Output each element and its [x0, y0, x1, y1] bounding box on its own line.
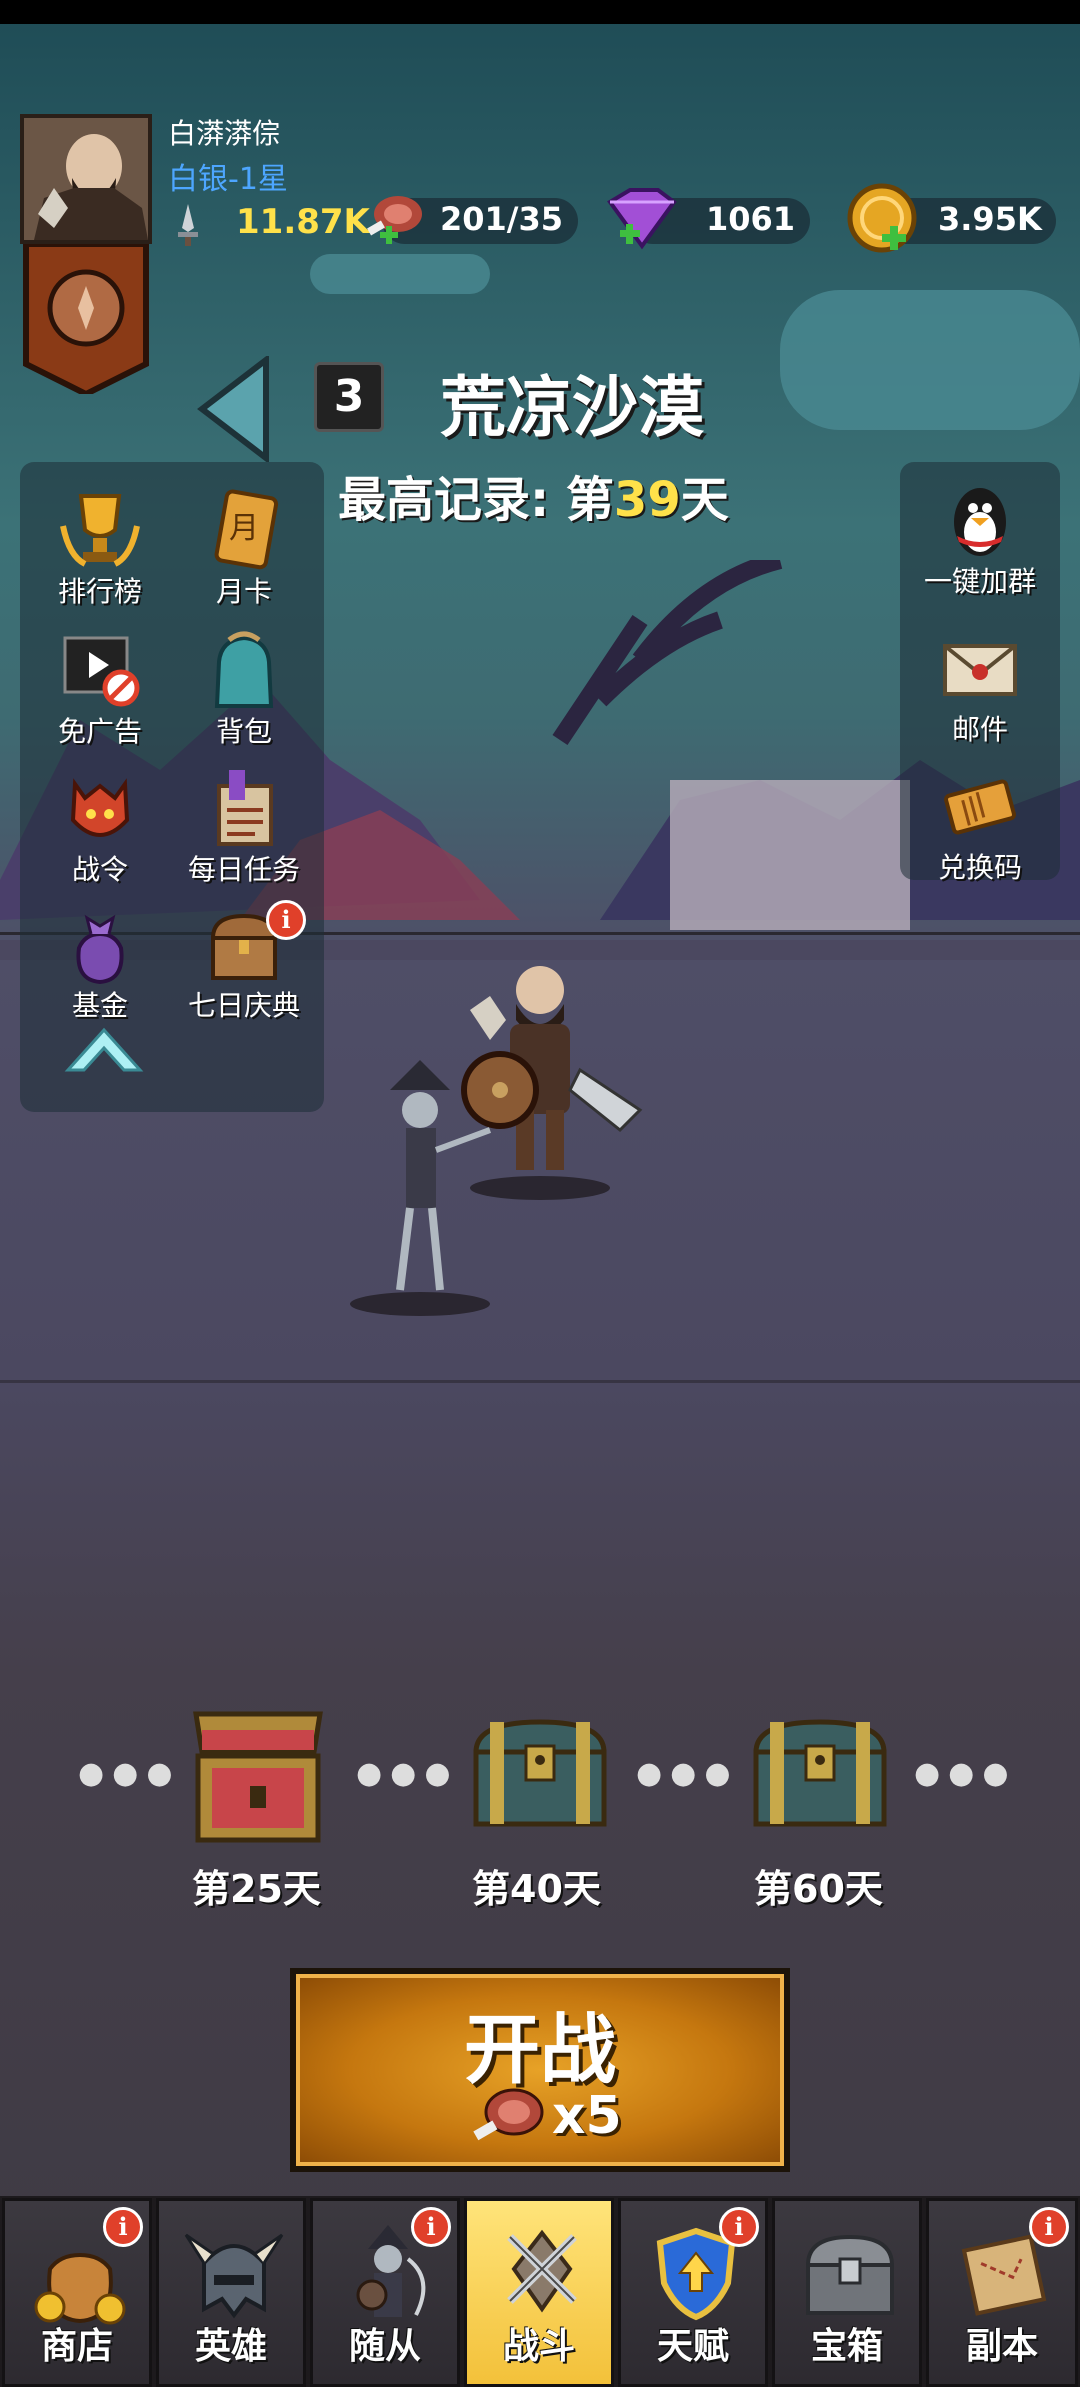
treasure-chest-icon — [805, 2234, 895, 2315]
hero-helmet-icon — [184, 2233, 284, 2319]
locked-chest-icon[interactable] — [750, 1718, 890, 1828]
notification-badge: i — [103, 2207, 143, 2247]
daily-task-label: 每日任务 — [187, 853, 300, 886]
notification-badge: i — [1029, 2207, 1069, 2247]
no-ads-button[interactable]: 免广告 — [30, 626, 170, 750]
tab-battle[interactable]: 战斗 — [464, 2198, 614, 2387]
month-card-icon: 月 — [214, 489, 279, 570]
daily-task-button[interactable]: 每日任务 — [174, 764, 314, 888]
meat-plus-icon[interactable] — [364, 188, 430, 250]
join-group-label: 一键加群 — [923, 565, 1036, 598]
no-ads-icon — [63, 636, 140, 707]
battle-cost: x5 — [472, 2080, 632, 2150]
coin-plus-icon[interactable] — [846, 182, 922, 258]
gems-value: 1061 — [706, 200, 796, 238]
seven-day-button[interactable]: 七日庆典 i — [174, 900, 314, 1024]
tab-dungeon-label: 副本 — [965, 2326, 1038, 2367]
tab-battle-label: 战斗 — [502, 2326, 575, 2367]
tab-follower-label: 随从 — [348, 2326, 421, 2367]
ticket-icon — [944, 779, 1016, 835]
mail-label: 邮件 — [951, 713, 1008, 746]
tab-chest-label: 宝箱 — [810, 2326, 883, 2367]
cloud — [310, 254, 490, 294]
backpack-label: 背包 — [215, 715, 272, 748]
meat-icon — [473, 2088, 544, 2141]
sword-icon — [178, 204, 198, 246]
start-battle-button[interactable]: 开战 x5 — [290, 1968, 790, 2172]
locked-chest-icon[interactable] — [470, 1718, 610, 1828]
stamina-value: 201/35 — [440, 200, 564, 238]
battle-pass-label: 战令 — [71, 853, 128, 886]
leaderboard-button[interactable]: 排行榜 — [30, 486, 170, 610]
swords-icon — [507, 2229, 577, 2313]
tab-shop[interactable]: 商店 i — [2, 2198, 152, 2387]
notification-badge: i — [266, 900, 306, 940]
svg-text:月: 月 — [229, 511, 259, 546]
tab-dungeon[interactable]: 副本 i — [926, 2198, 1078, 2387]
tab-hero[interactable]: 英雄 — [156, 2198, 306, 2387]
battle-characters — [350, 966, 643, 1316]
backpack-icon — [214, 631, 274, 708]
milestone-label: 第40天 — [472, 1867, 601, 1911]
best-record-day: 39 — [613, 472, 681, 528]
battle-cost-value: x5 — [552, 2086, 622, 2146]
trophy-icon — [60, 494, 140, 567]
opened-chest-icon[interactable] — [190, 1706, 326, 1846]
best-record-suffix: 天 — [680, 472, 729, 528]
fund-icon — [76, 914, 124, 985]
ground-line — [0, 1380, 1080, 1383]
best-record-prefix: 最高记录: 第 — [338, 472, 614, 528]
daily-task-icon — [217, 770, 273, 846]
progress-dots: ●●● — [636, 1756, 739, 1791]
stage-number: 3 — [314, 362, 384, 432]
cloud — [780, 290, 1080, 430]
player-avatar[interactable] — [20, 114, 152, 244]
progress-dots: ●●● — [78, 1756, 181, 1791]
mail-icon — [943, 644, 1017, 696]
seven-day-label: 七日庆典 — [187, 989, 300, 1022]
fund-label: 基金 — [71, 989, 128, 1022]
progress-dots: ●●● — [356, 1756, 459, 1791]
fund-button[interactable]: 基金 — [30, 900, 170, 1024]
shadow — [470, 1176, 610, 1200]
tab-shop-label: 商店 — [40, 2326, 113, 2367]
warrior-portrait-icon — [24, 118, 148, 240]
redeem-code-label: 兑换码 — [937, 851, 1022, 884]
best-record: 最高记录: 第39天 — [338, 460, 729, 530]
battle-pass-icon — [70, 778, 130, 837]
penguin-icon — [954, 488, 1006, 556]
player-rank: 白银-1星 — [168, 162, 288, 197]
milestone-label: 第25天 — [192, 1867, 321, 1911]
mail-button[interactable]: 邮件 — [910, 624, 1050, 748]
leaderboard-label: 排行榜 — [57, 575, 142, 608]
battle-pass-button[interactable]: 战令 — [30, 764, 170, 888]
backpack-button[interactable]: 背包 — [174, 626, 314, 750]
redeem-code-button[interactable]: 兑换码 — [910, 762, 1050, 886]
stage-name: 荒凉沙漠 — [440, 369, 704, 446]
notification-badge: i — [719, 2207, 759, 2247]
join-group-button[interactable]: 一键加群 — [910, 476, 1050, 600]
no-ads-label: 免广告 — [57, 715, 142, 748]
collapse-up-icon[interactable] — [62, 1022, 146, 1078]
player-name: 白漭漭倧 — [168, 117, 281, 150]
prev-stage-arrow-icon[interactable] — [194, 356, 274, 462]
rank-banner[interactable] — [22, 244, 150, 394]
gold-value: 3.95K — [938, 200, 1042, 238]
month-card-button[interactable]: 月 月卡 — [174, 486, 314, 610]
tab-hero-label: 英雄 — [194, 2326, 267, 2367]
tab-talent[interactable]: 天赋 i — [618, 2198, 768, 2387]
milestone-label: 第60天 — [754, 1867, 883, 1911]
status-bar — [0, 0, 1080, 24]
month-card-label: 月卡 — [215, 575, 272, 608]
power-value: 11.87K — [236, 202, 370, 242]
notification-badge: i — [411, 2207, 451, 2247]
tab-chest[interactable]: 宝箱 — [772, 2198, 922, 2387]
warrior-hero — [461, 966, 643, 1170]
gem-plus-icon[interactable] — [600, 186, 678, 252]
progress-dots: ●●● — [914, 1756, 1017, 1791]
tab-talent-label: 天赋 — [656, 2326, 729, 2367]
tab-follower[interactable]: 随从 i — [310, 2198, 460, 2387]
shadow — [350, 1292, 490, 1316]
